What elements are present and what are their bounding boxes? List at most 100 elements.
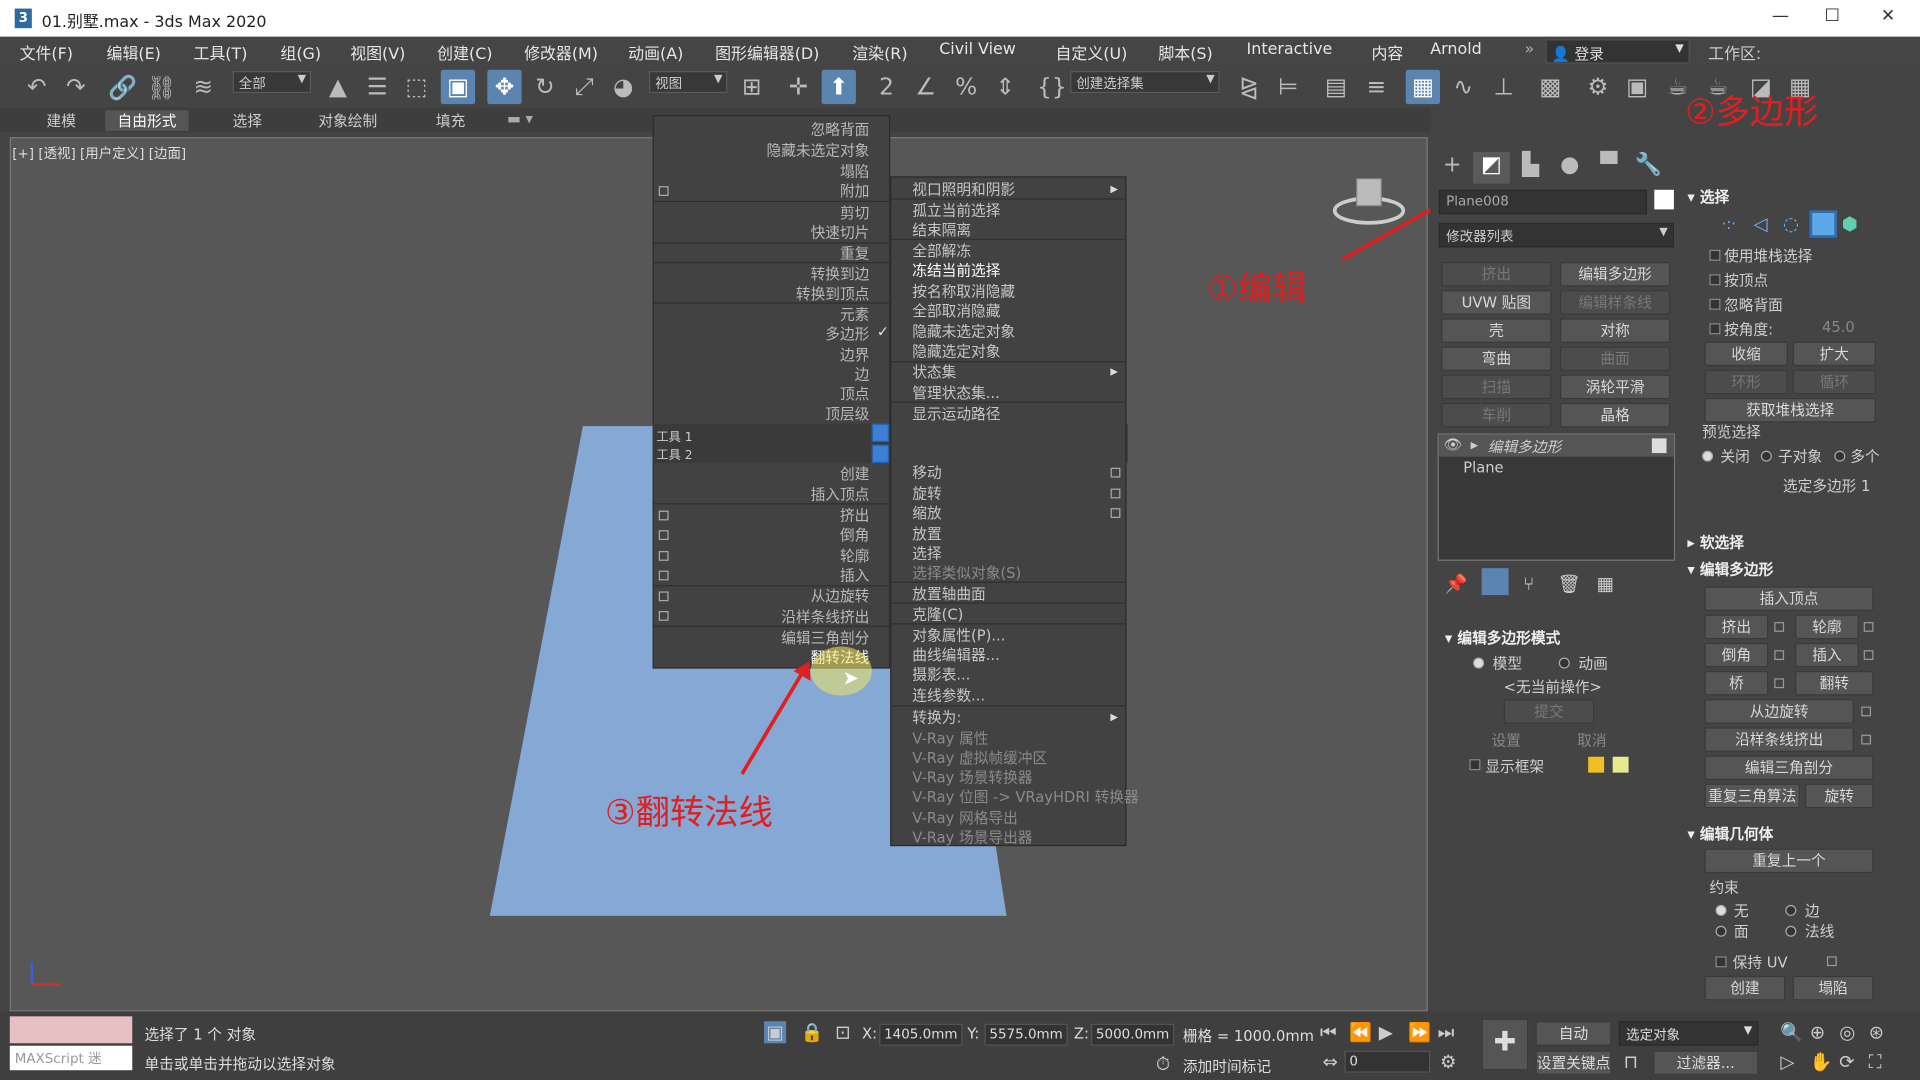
cage-selected-color-swatch[interactable]	[1612, 756, 1629, 773]
angle-spinner[interactable]: 45.0	[1822, 318, 1855, 335]
quad-item[interactable]: 顶层级	[825, 403, 869, 424]
mod-button[interactable]: 编辑样条线	[1560, 290, 1671, 315]
schematic-icon[interactable]: ⊥	[1487, 70, 1521, 104]
shrink-button[interactable]: 收缩	[1704, 341, 1788, 367]
mod-button[interactable]: 晶格	[1560, 402, 1671, 428]
rotate-icon[interactable]: ↻	[528, 70, 562, 104]
quad-item[interactable]: V-Ray 虚拟帧缓冲区	[912, 747, 1047, 768]
mirror-icon[interactable]: ⧎	[1232, 70, 1266, 104]
border-mode-icon[interactable]: ◌	[1783, 213, 1799, 235]
quad-item[interactable]: 状态集	[912, 361, 956, 382]
utilities-tab-icon[interactable]: 🔧	[1630, 152, 1667, 184]
quad-item[interactable]: 边	[855, 364, 870, 385]
quad-item[interactable]: 轮廓	[840, 545, 869, 566]
menu-arnold[interactable]: Arnold	[1430, 40, 1482, 58]
by-angle-checkbox[interactable]	[1709, 323, 1721, 335]
maximize-icon[interactable]: ☐	[1825, 6, 1840, 26]
menu-tools[interactable]: 工具(T)	[193, 40, 247, 63]
constraint-face-radio[interactable]	[1715, 925, 1727, 937]
tab-freeform[interactable]: 自由形式	[105, 110, 189, 132]
pivot-icon[interactable]: ⊞	[735, 70, 769, 104]
quad-item[interactable]: 放置轴曲面	[912, 583, 985, 604]
y-coordinate-field[interactable]: 5575.0mm	[984, 1023, 1068, 1046]
modifier-stack[interactable]: 👁 ▸ 编辑多边形 Plane	[1437, 433, 1676, 561]
login-dropdown[interactable]: 👤 登录 ▼	[1545, 39, 1690, 64]
close-icon[interactable]: ✕	[1881, 6, 1895, 26]
tab-modeling[interactable]: 建模	[34, 110, 88, 131]
inset-button[interactable]: 插入	[1795, 642, 1859, 668]
isolate-selection-icon[interactable]: ▣	[764, 1021, 787, 1044]
quad-item[interactable]: 顶点	[840, 383, 869, 404]
play-icon[interactable]: ▶	[1379, 1021, 1393, 1043]
create-tab-icon[interactable]: +	[1434, 152, 1471, 184]
quad-item[interactable]: 塌陷	[840, 160, 869, 181]
quad-item[interactable]: 沿样条线挤出	[781, 606, 869, 627]
get-stack-selection-button[interactable]: 获取堆栈选择	[1704, 397, 1876, 423]
menu-graph-editors[interactable]: 图形编辑器(D)	[715, 40, 819, 63]
render-setup-icon[interactable]: ⚙	[1581, 70, 1615, 104]
quad-item[interactable]: 快速切片	[811, 222, 870, 243]
pan-icon[interactable]: ✋	[1810, 1051, 1833, 1073]
quad-item[interactable]: 挤出	[840, 504, 869, 525]
tab-populate[interactable]: 填充	[424, 110, 478, 131]
goto-end-icon[interactable]: ⏭	[1438, 1021, 1455, 1043]
menu-scripting[interactable]: 脚本(S)	[1158, 40, 1212, 63]
add-time-tag[interactable]: 添加时间标记	[1183, 1056, 1271, 1077]
object-name-field[interactable]: Plane008	[1438, 189, 1647, 215]
key-filters-button[interactable]: 过滤器...	[1653, 1050, 1759, 1076]
grow-button[interactable]: 扩大	[1792, 341, 1876, 367]
x-coordinate-field[interactable]: 1405.0mm	[879, 1023, 963, 1046]
goto-start-icon[interactable]: ⏮	[1320, 1021, 1337, 1043]
menu-edit[interactable]: 编辑(E)	[107, 40, 161, 63]
outline-button[interactable]: 轮廓	[1795, 614, 1859, 640]
mod-button[interactable]: 扫描	[1441, 374, 1552, 400]
rect-region-icon[interactable]: ⬚	[399, 70, 433, 104]
mod-button[interactable]: 挤出	[1441, 262, 1552, 287]
align-icon[interactable]: ⊨	[1271, 70, 1305, 104]
menu-customize[interactable]: 自定义(U)	[1056, 40, 1128, 63]
quad-item[interactable]: 结束隔离	[912, 219, 971, 240]
menu-view[interactable]: 视图(V)	[350, 40, 405, 63]
quad-bl-icon[interactable]	[871, 444, 889, 463]
quad-item[interactable]: 按名称取消隐藏	[912, 280, 1015, 301]
quad-item[interactable]: 附加	[840, 180, 869, 201]
settings-box-icon[interactable]	[658, 551, 669, 561]
orbit-icon[interactable]: ⟳	[1839, 1051, 1854, 1073]
keyboard-shortcut-icon[interactable]: ⬆	[821, 69, 856, 105]
quad-item[interactable]: 曲线编辑器...	[912, 644, 999, 665]
quad-item[interactable]: V-Ray 场景导出器	[912, 827, 1032, 848]
settings-box-icon[interactable]	[1863, 650, 1874, 661]
maxscript-listener-top[interactable]	[9, 1016, 133, 1044]
zoom-icon[interactable]: 🔍	[1780, 1021, 1803, 1043]
quad-item[interactable]: 多边形	[825, 323, 869, 344]
quad-item[interactable]: 选择	[912, 542, 941, 563]
minimize-icon[interactable]: —	[1772, 6, 1789, 26]
hinge-button[interactable]: 从边旋转	[1704, 699, 1854, 724]
settings-box-icon[interactable]	[658, 570, 669, 581]
extrude-button[interactable]: 挤出	[1704, 614, 1769, 640]
quad-item[interactable]: 隐藏未选定对象	[767, 140, 870, 161]
mod-button[interactable]: 弯曲	[1441, 346, 1552, 372]
bridge-button[interactable]: 桥	[1704, 671, 1769, 696]
quad-tools1[interactable]: 工具 1	[656, 426, 692, 444]
quad-item[interactable]: 克隆(C)	[912, 604, 963, 625]
motion-tab-icon[interactable]: ●	[1551, 152, 1588, 184]
insert-vertex-button[interactable]: 插入顶点	[1704, 586, 1874, 612]
current-frame-field[interactable]: 0	[1344, 1050, 1431, 1073]
use-stack-checkbox[interactable]	[1709, 249, 1721, 261]
preview-subobj-radio[interactable]	[1760, 450, 1772, 462]
remove-modifier-icon[interactable]: 🗑	[1558, 573, 1581, 595]
make-unique-icon[interactable]: ⑂	[1523, 573, 1534, 595]
quad-item[interactable]: 转换到顶点	[796, 283, 869, 304]
viewcube-icon[interactable]	[1332, 171, 1406, 232]
retriangulate-button[interactable]: 重复三角算法	[1704, 783, 1801, 809]
settings-box-icon[interactable]	[1110, 488, 1121, 499]
edge-mode-icon[interactable]: ◁	[1753, 213, 1767, 235]
set-key-button[interactable]: 设置关键点	[1535, 1050, 1612, 1076]
link-icon[interactable]: 🔗	[105, 70, 139, 104]
menu-file[interactable]: 文件(F)	[20, 40, 73, 63]
redo-icon[interactable]: ↷	[59, 70, 93, 104]
time-config-icon[interactable]: ⚙	[1440, 1051, 1456, 1073]
stack-item-plane[interactable]: Plane	[1463, 459, 1503, 476]
ignore-backfacing-checkbox[interactable]	[1709, 298, 1721, 310]
